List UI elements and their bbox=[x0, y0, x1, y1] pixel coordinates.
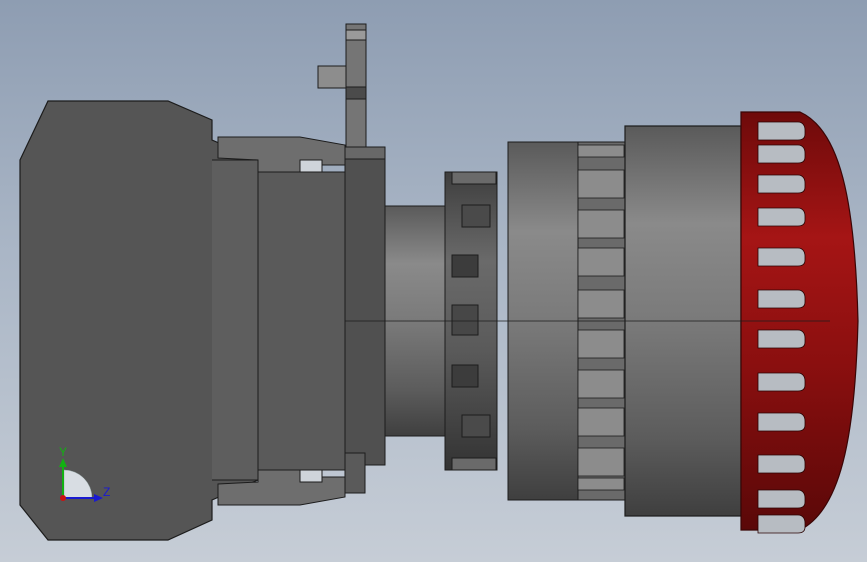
bezel-slot bbox=[577, 209, 625, 239]
grip-rib bbox=[757, 454, 806, 474]
grip-rib bbox=[757, 412, 806, 432]
z-axis-label: Z bbox=[103, 485, 110, 499]
grip-rib bbox=[757, 514, 806, 534]
grip-rib bbox=[757, 329, 806, 349]
bezel-slot bbox=[577, 369, 625, 399]
adapter-body bbox=[257, 146, 386, 494]
bezel-slot bbox=[577, 144, 625, 158]
origin-dot-icon bbox=[60, 495, 66, 501]
bezel-slot bbox=[577, 407, 625, 437]
grip-rib bbox=[757, 289, 806, 309]
grip-rib bbox=[757, 174, 806, 194]
bezel-slot bbox=[577, 477, 625, 491]
bezel-slot bbox=[577, 247, 625, 277]
bezel-slot bbox=[577, 169, 625, 199]
bezel-slot bbox=[577, 447, 625, 477]
bezel-slot bbox=[577, 289, 625, 319]
mounting-tab bbox=[317, 23, 367, 148]
bezel-slot bbox=[577, 329, 625, 359]
grip-rib bbox=[757, 207, 806, 227]
cad-viewport[interactable]: Y Z bbox=[0, 0, 867, 562]
grip-rib bbox=[757, 372, 806, 392]
grip-rib bbox=[757, 144, 806, 164]
grip-rib bbox=[757, 489, 806, 509]
contact-block bbox=[19, 100, 259, 541]
y-axis-label: Y bbox=[59, 445, 67, 459]
grip-rib bbox=[757, 247, 806, 267]
grip-rib bbox=[757, 121, 806, 141]
